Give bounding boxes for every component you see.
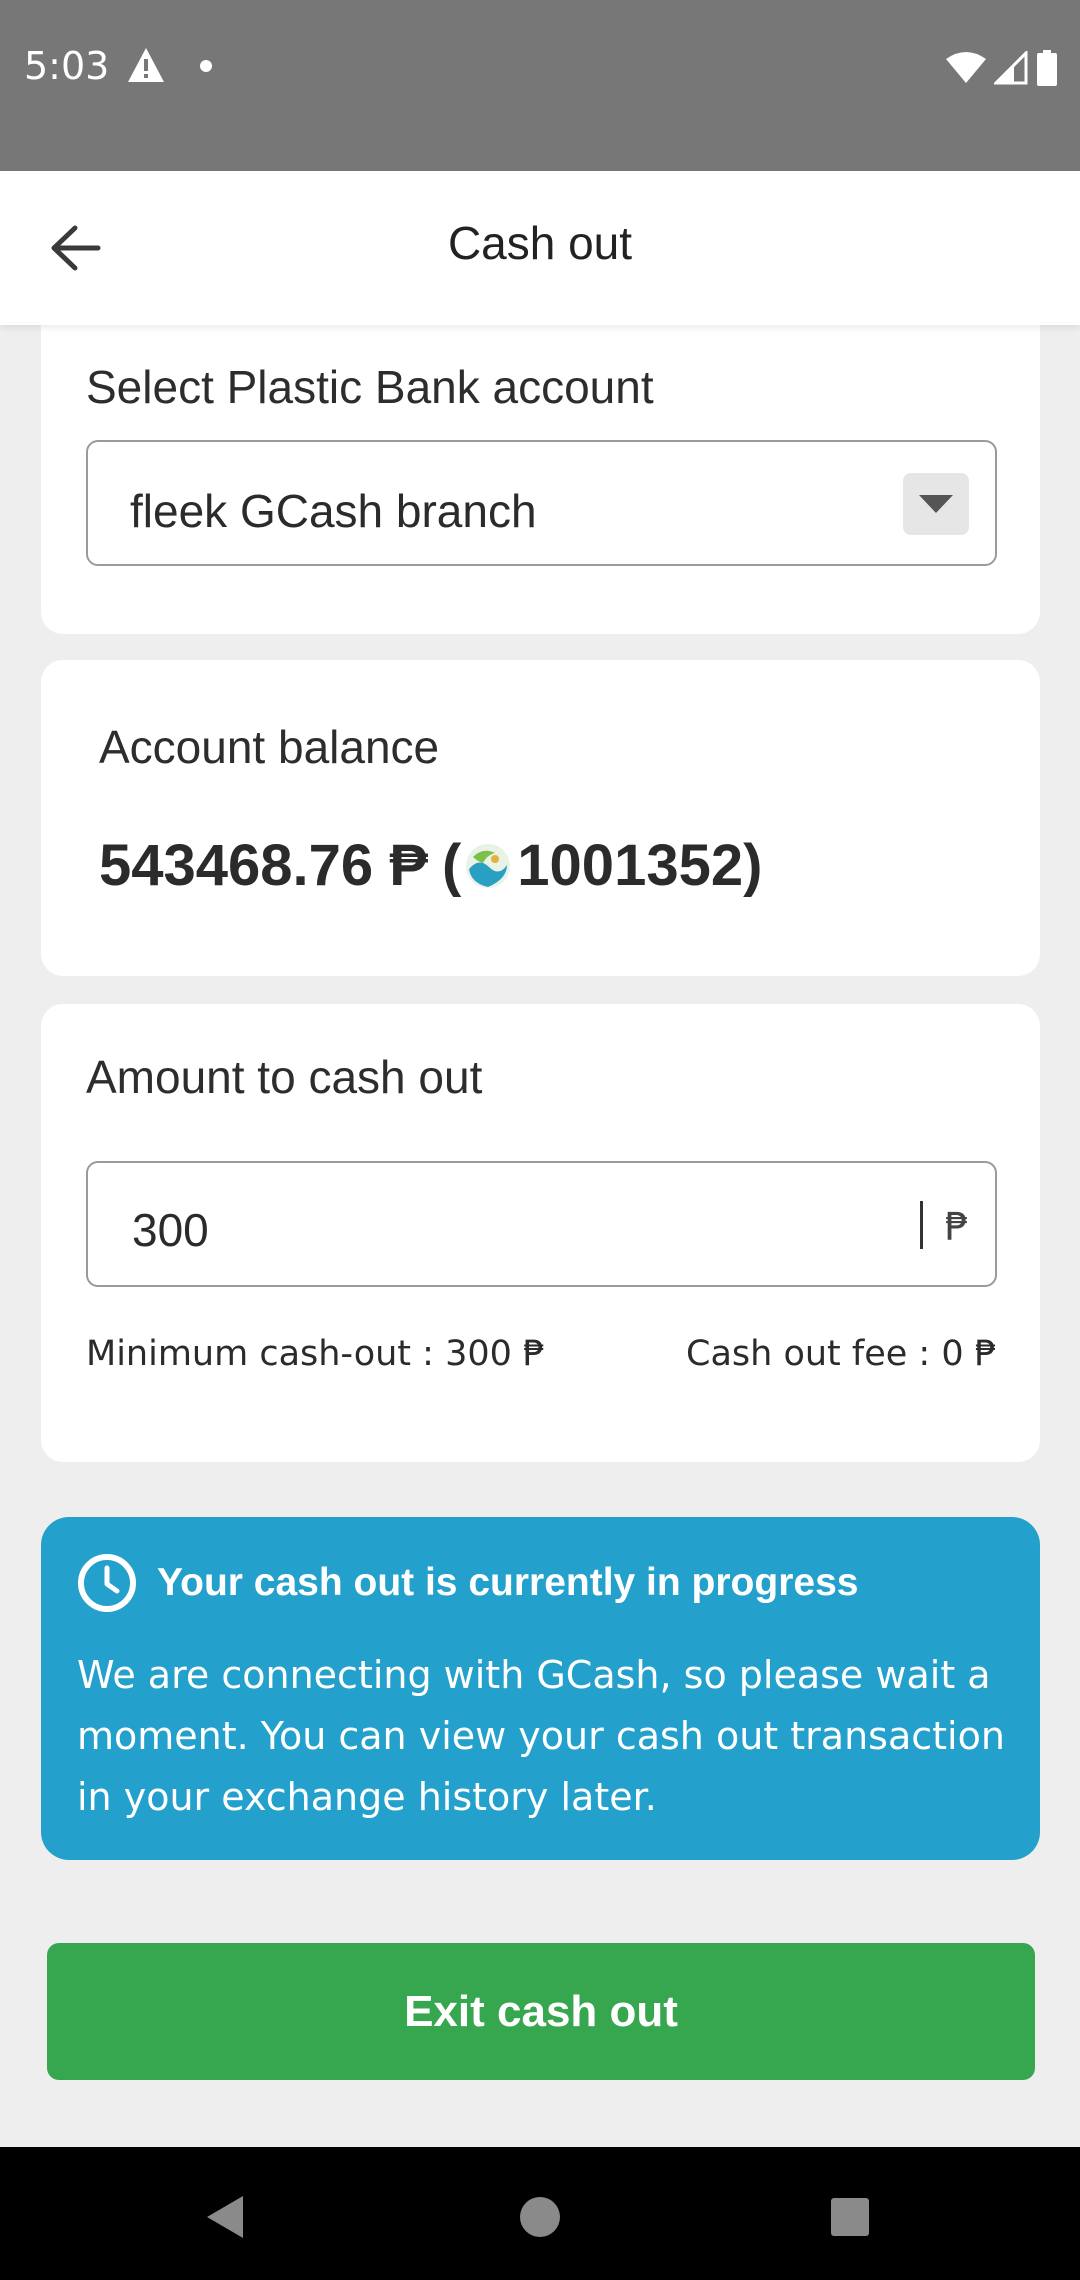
amount-separator	[920, 1201, 923, 1249]
status-icons	[946, 48, 1058, 88]
status-bar: 5:03	[0, 0, 1080, 171]
balance-label: Account balance	[99, 721, 440, 773]
account-dropdown[interactable]: fleek GCash branch	[86, 440, 997, 566]
account-card: Select Plastic Bank account fleek GCash …	[41, 300, 1040, 634]
app-bar: Cash out	[0, 171, 1080, 325]
balance-card: Account balance 543468.76 ₱ ( 1001352)	[41, 660, 1040, 976]
notification-dot	[200, 60, 212, 72]
home-circle-icon[interactable]	[500, 2177, 580, 2257]
balance-open-paren: (	[441, 833, 462, 898]
amount-input-value: 300	[132, 1204, 209, 1256]
warning-icon	[128, 48, 164, 82]
plastic-bank-coin-icon	[466, 843, 511, 888]
dropdown-arrow-icon[interactable]	[903, 473, 969, 535]
minimum-cashout-text: Minimum cash-out : 300 ₱	[86, 1334, 546, 1374]
clock-icon	[78, 1554, 136, 1612]
balance-value: 543468.76 ₱ ( 1001352)	[99, 832, 762, 899]
banner-body: We are connecting with GCash, so please …	[77, 1653, 1005, 1819]
amount-input[interactable]: 300 ₱	[86, 1161, 997, 1287]
balance-amount: 543468.76 ₱	[99, 833, 428, 898]
status-time: 5:03	[24, 44, 110, 88]
wifi-icon	[946, 52, 986, 83]
recents-square-icon[interactable]	[810, 2177, 890, 2257]
banner-title: Your cash out is currently in progress	[157, 1561, 859, 1604]
amount-currency: ₱	[944, 1205, 969, 1249]
account-dropdown-value: fleek GCash branch	[130, 485, 537, 537]
amount-label: Amount to cash out	[86, 1051, 483, 1103]
system-nav-bar	[0, 2147, 1080, 2280]
page-title: Cash out	[447, 217, 633, 269]
back-triangle-icon[interactable]	[185, 2177, 265, 2257]
signal-icon	[994, 51, 1028, 85]
exit-cashout-button[interactable]: Exit cash out	[47, 1943, 1035, 2080]
battery-icon	[1037, 50, 1057, 86]
balance-points: 1001352)	[517, 833, 763, 898]
account-label: Select Plastic Bank account	[86, 361, 654, 413]
cashout-fee-text: Cash out fee : 0 ₱	[686, 1334, 997, 1374]
amount-card: Amount to cash out 300 ₱ Minimum cash-ou…	[41, 1004, 1040, 1462]
cashout-progress-banner: Your cash out is currently in progress W…	[41, 1517, 1040, 1860]
